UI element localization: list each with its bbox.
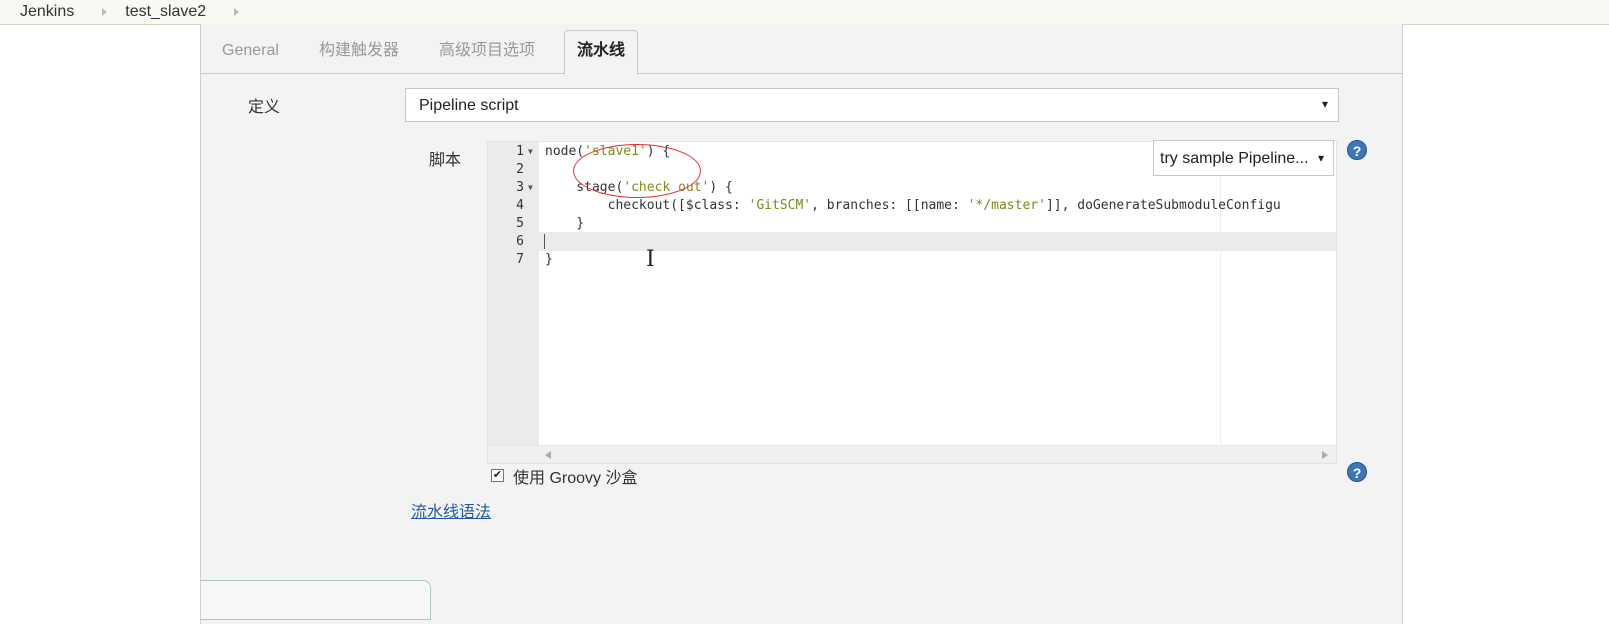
- definition-select[interactable]: Pipeline script ▾: [405, 88, 1339, 122]
- code-line: 5 }: [488, 214, 1336, 233]
- help-icon[interactable]: ?: [1347, 140, 1367, 160]
- breadcrumb-job[interactable]: test_slave2: [125, 3, 206, 21]
- breadcrumb-arrow-icon[interactable]: [234, 8, 240, 16]
- chevron-down-icon: ▾: [1317, 151, 1324, 165]
- line-number: 6: [516, 234, 524, 249]
- fold-arrow-icon[interactable]: ▼: [528, 142, 533, 161]
- config-panel: General 构建触发器 高级项目选项 流水线 定义 Pipeline scr…: [200, 24, 1403, 624]
- script-label: 脚本: [429, 152, 462, 169]
- definition-value: Pipeline script: [419, 97, 519, 114]
- code-text: }: [545, 216, 585, 231]
- line-number: 4: [516, 198, 524, 213]
- code-line: 7 }: [488, 250, 1336, 269]
- sandbox-checkbox[interactable]: ✔: [491, 469, 504, 482]
- line-number: 5: [516, 216, 524, 231]
- chevron-down-icon: ▾: [1321, 97, 1328, 111]
- annotation-ellipse: [573, 144, 701, 198]
- code-text: checkout([$class: 'GitSCM', branches: [[…: [545, 198, 1281, 213]
- tab-general[interactable]: General: [222, 24, 279, 72]
- code-line: 4 checkout([$class: 'GitSCM', branches: …: [488, 196, 1336, 215]
- help-icon[interactable]: ?: [1347, 462, 1367, 482]
- sample-pipeline-select[interactable]: try sample Pipeline... ▾: [1153, 140, 1334, 176]
- bottom-tab-edge: [201, 580, 431, 620]
- breadcrumb-arrow-icon[interactable]: [102, 8, 108, 16]
- breadcrumb-jenkins[interactable]: Jenkins: [20, 3, 74, 21]
- code-line-active: 6: [488, 232, 1336, 251]
- code-text: }: [545, 252, 553, 267]
- ibeam-cursor-icon: I: [646, 247, 655, 272]
- line-number: 3: [516, 180, 524, 195]
- scroll-left-icon[interactable]: [545, 451, 551, 459]
- horizontal-scrollbar[interactable]: [488, 445, 1336, 463]
- fold-arrow-icon[interactable]: ▼: [528, 178, 533, 197]
- config-tabs: General 构建触发器 高级项目选项 流水线: [201, 24, 1402, 75]
- definition-label: 定义: [248, 99, 281, 116]
- tab-build-triggers[interactable]: 构建触发器: [319, 24, 399, 72]
- pipeline-syntax-link[interactable]: 流水线语法: [411, 498, 491, 522]
- scroll-right-icon[interactable]: [1322, 451, 1328, 459]
- line-number: 2: [516, 162, 524, 177]
- text-caret: [544, 234, 545, 249]
- tab-advanced-options[interactable]: 高级项目选项: [439, 24, 535, 72]
- sample-pipeline-value: try sample Pipeline...: [1160, 150, 1309, 167]
- tab-pipeline[interactable]: 流水线: [564, 30, 639, 75]
- line-number: 7: [516, 252, 524, 267]
- sandbox-label: 使用 Groovy 沙盒: [513, 470, 638, 487]
- breadcrumb: Jenkins test_slave2: [0, 0, 1609, 25]
- line-number: 1: [516, 144, 524, 159]
